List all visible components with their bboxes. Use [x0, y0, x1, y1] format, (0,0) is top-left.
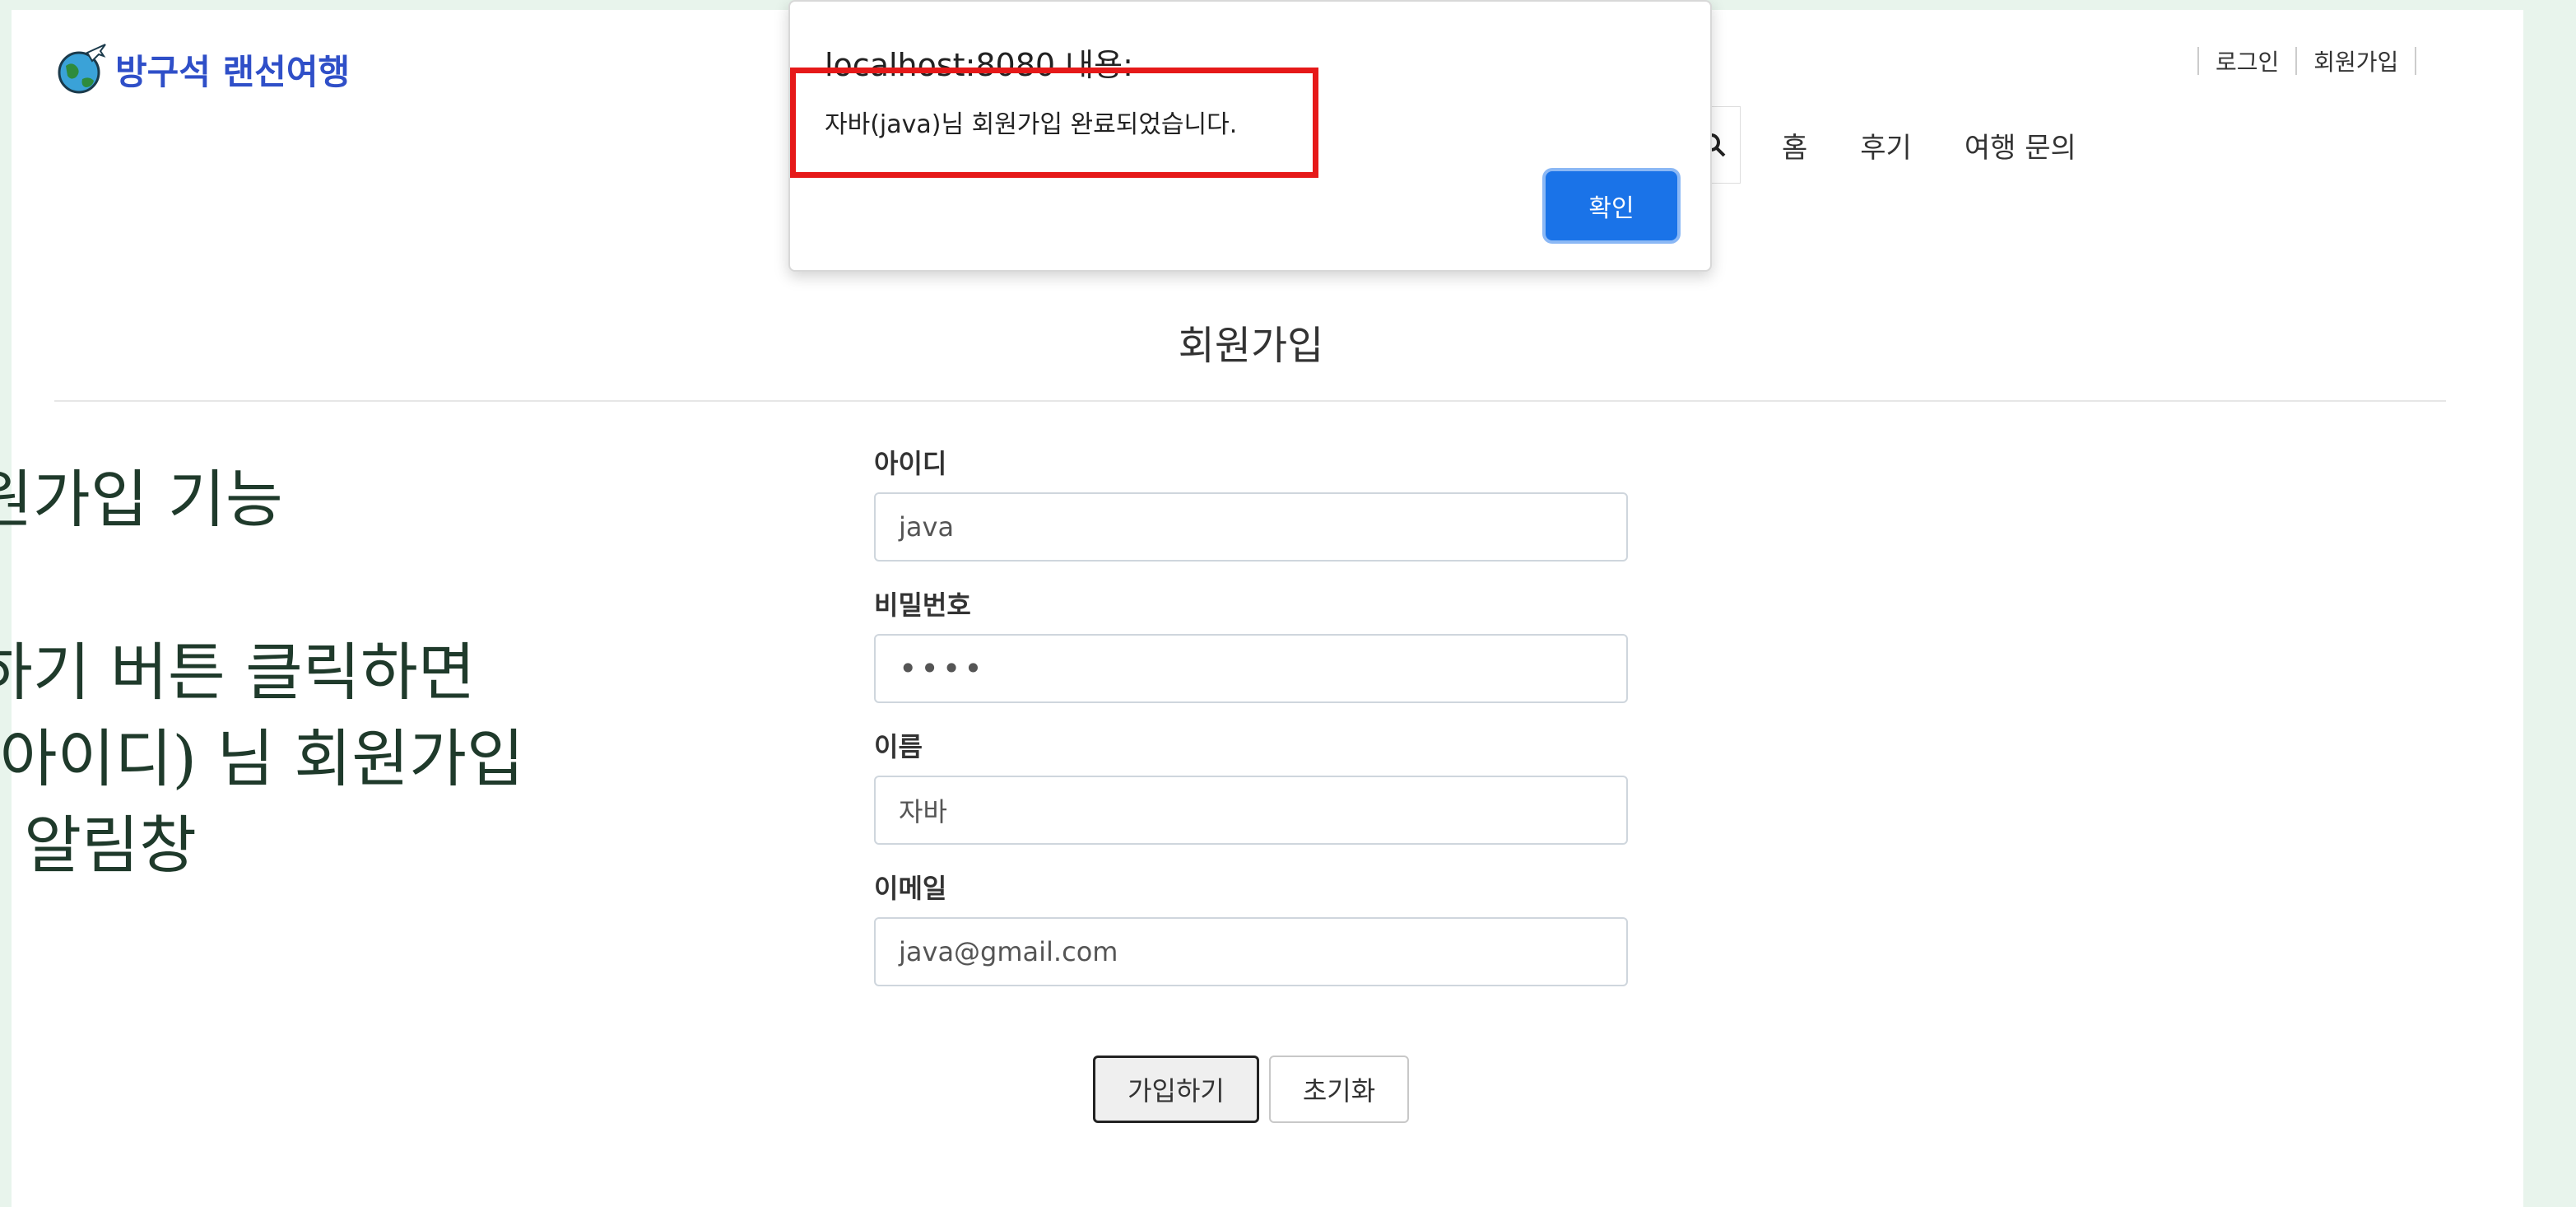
logo-text: 방구석 랜선여행	[115, 51, 351, 92]
signup-form: 아이디 java 비밀번호 •••• 이름 자바 이메일 java@gmail.…	[874, 445, 1628, 1011]
header-divider	[54, 400, 2446, 402]
site-logo[interactable]: 방구석 랜선여행	[54, 41, 350, 97]
alert-ok-button[interactable]: 확인	[1546, 171, 1677, 240]
divider	[2295, 47, 2298, 75]
alert-message: 자바(java)님 회원가입 완료되었습니다.	[825, 110, 1238, 139]
nav-inquiry[interactable]: 여행 문의	[1965, 125, 2076, 165]
password-label: 비밀번호	[874, 590, 971, 621]
submit-button[interactable]: 가입하기	[1093, 1056, 1259, 1123]
reset-button[interactable]: 초기화	[1269, 1056, 1409, 1123]
signup-link[interactable]: 회원가입	[2313, 44, 2398, 77]
alert-dialog: localhost:8080 내용: 자바(java)님 회원가입 완료되었습니…	[788, 0, 1712, 272]
slide-line-1: 하기 버튼 클릭하면	[0, 636, 476, 709]
slide-frame-right	[2523, 0, 2576, 1207]
top-links: 로그인 회원가입	[2181, 44, 2433, 77]
globe-airplane-icon	[58, 44, 106, 94]
slide-frame-left	[0, 0, 12, 1207]
id-label: 아이디	[874, 448, 947, 479]
slide-line-2: (아이디) 님 회원가입	[0, 722, 524, 795]
nav-home[interactable]: 홈	[1782, 125, 1807, 165]
password-field[interactable]: ••••	[874, 634, 1628, 703]
nav-reviews[interactable]: 후기	[1860, 125, 1912, 165]
login-link[interactable]: 로그인	[2216, 44, 2279, 77]
page-title: 회원가입	[1178, 323, 1324, 369]
name-label: 이름	[874, 731, 923, 762]
name-field[interactable]: 자바	[874, 776, 1628, 845]
email-label: 이메일	[874, 873, 947, 904]
divider	[2415, 47, 2417, 75]
main-nav: 홈 후기 여행 문의	[1687, 106, 2103, 184]
form-buttons: 가입하기 초기화	[1093, 1056, 1419, 1123]
email-field[interactable]: java@gmail.com	[874, 917, 1628, 986]
id-field[interactable]: java	[874, 492, 1628, 562]
slide-line-3: " 알림창	[0, 809, 197, 882]
divider	[2197, 47, 2199, 75]
slide-title: 원가입 기능	[0, 463, 283, 536]
